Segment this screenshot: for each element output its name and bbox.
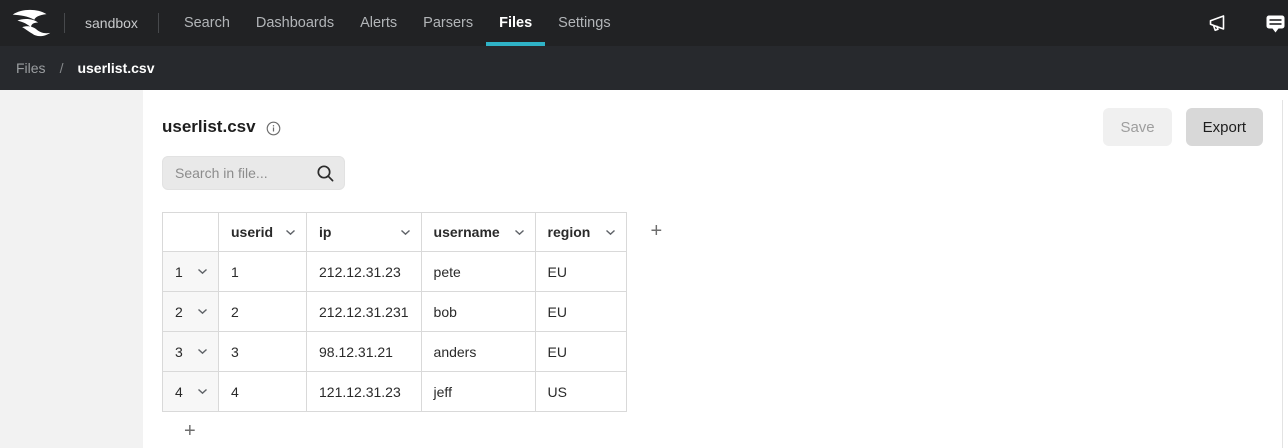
chevron-down-icon[interactable] <box>197 388 208 395</box>
nav-item-files[interactable]: Files <box>486 0 545 46</box>
topbar-right-icons <box>1206 13 1288 34</box>
cell-username[interactable]: bob <box>421 292 535 332</box>
chevron-down-icon[interactable] <box>514 229 525 236</box>
nav-label: Search <box>184 15 230 31</box>
file-editor-panel: userlist.csv Save Export <box>143 90 1288 448</box>
column-header-userid[interactable]: userid <box>219 213 307 252</box>
nav-item-settings[interactable]: Settings <box>545 0 623 46</box>
active-tab-underline <box>486 42 545 46</box>
table-row: 1 1 212.12.31.23 pete EU <box>163 252 627 292</box>
top-nav-bar: sandbox Search Dashboards Alerts Parsers… <box>0 0 1288 46</box>
row-number-cell[interactable]: 1 <box>163 252 219 292</box>
nav-label: Parsers <box>423 15 473 31</box>
nav-label: Alerts <box>360 15 397 31</box>
table-row: 4 4 121.12.31.23 jeff US <box>163 372 627 412</box>
topbar-divider <box>64 13 65 33</box>
chevron-down-icon[interactable] <box>605 229 616 236</box>
chevron-down-icon[interactable] <box>197 348 208 355</box>
table-row: 2 2 212.12.31.231 bob EU <box>163 292 627 332</box>
cell-ip[interactable]: 212.12.31.23 <box>307 252 422 292</box>
column-label: username <box>434 224 500 240</box>
table-row: 3 3 98.12.31.21 anders EU <box>163 332 627 372</box>
row-number: 1 <box>175 264 183 280</box>
crowdstrike-falcon-logo[interactable] <box>8 8 55 38</box>
cell-region[interactable]: EU <box>535 292 626 332</box>
column-header-username[interactable]: username <box>421 213 535 252</box>
cell-region[interactable]: US <box>535 372 626 412</box>
row-number-cell[interactable]: 2 <box>163 292 219 332</box>
page-title: userlist.csv <box>162 117 256 137</box>
row-number-header <box>163 213 219 252</box>
nav-item-search[interactable]: Search <box>171 0 243 46</box>
falcon-icon <box>8 8 55 38</box>
cell-region[interactable]: EU <box>535 332 626 372</box>
chevron-down-icon[interactable] <box>285 229 296 236</box>
cell-username[interactable]: pete <box>421 252 535 292</box>
left-sidebar <box>0 90 143 448</box>
nav-item-alerts[interactable]: Alerts <box>347 0 410 46</box>
nav-label: Settings <box>558 15 610 31</box>
add-row-button[interactable]: + <box>178 420 202 443</box>
cell-region[interactable]: EU <box>535 252 626 292</box>
chat-feedback-icon[interactable] <box>1265 13 1286 34</box>
topbar-divider <box>158 13 159 33</box>
cell-ip[interactable]: 212.12.31.231 <box>307 292 422 332</box>
search-input[interactable] <box>162 156 345 190</box>
row-number-cell[interactable]: 3 <box>163 332 219 372</box>
info-icon[interactable] <box>266 121 281 136</box>
work-area: userlist.csv Save Export <box>0 90 1288 448</box>
workspace-name[interactable]: sandbox <box>85 15 138 31</box>
chevron-down-icon[interactable] <box>197 308 208 315</box>
cell-username[interactable]: anders <box>421 332 535 372</box>
column-label: ip <box>319 224 331 240</box>
cell-ip[interactable]: 121.12.31.23 <box>307 372 422 412</box>
breadcrumb-current-file: userlist.csv <box>77 60 154 76</box>
header-row: userid ip username region <box>163 213 627 252</box>
row-number: 4 <box>175 384 183 400</box>
breadcrumb-files-link[interactable]: Files <box>16 60 46 76</box>
row-number: 3 <box>175 344 183 360</box>
column-header-region[interactable]: region <box>535 213 626 252</box>
csv-table: userid ip username region <box>162 212 627 412</box>
add-column-button[interactable]: + <box>647 212 667 251</box>
breadcrumb-separator: / <box>60 60 64 76</box>
cell-userid[interactable]: 1 <box>219 252 307 292</box>
cell-userid[interactable]: 3 <box>219 332 307 372</box>
save-button[interactable]: Save <box>1103 108 1171 146</box>
breadcrumb: Files / userlist.csv <box>0 46 1288 90</box>
nav-item-parsers[interactable]: Parsers <box>410 0 486 46</box>
cell-username[interactable]: jeff <box>421 372 535 412</box>
row-number: 2 <box>175 304 183 320</box>
action-buttons: Save Export <box>1103 108 1263 146</box>
nav-label: Dashboards <box>256 15 334 31</box>
table-zone: userid ip username region <box>162 212 1263 412</box>
title-group: userlist.csv <box>162 117 281 137</box>
chevron-down-icon[interactable] <box>400 229 411 236</box>
nav-label: Files <box>499 15 532 31</box>
cell-ip[interactable]: 98.12.31.21 <box>307 332 422 372</box>
megaphone-icon[interactable] <box>1206 13 1229 34</box>
export-button[interactable]: Export <box>1186 108 1263 146</box>
scrollbar-track[interactable] <box>1282 100 1283 448</box>
main-nav: Search Dashboards Alerts Parsers Files S… <box>171 0 624 46</box>
column-header-ip[interactable]: ip <box>307 213 422 252</box>
nav-item-dashboards[interactable]: Dashboards <box>243 0 347 46</box>
column-label: region <box>548 224 591 240</box>
title-row: userlist.csv Save Export <box>162 108 1263 146</box>
cell-userid[interactable]: 4 <box>219 372 307 412</box>
row-number-cell[interactable]: 4 <box>163 372 219 412</box>
search-box <box>162 156 345 190</box>
cell-userid[interactable]: 2 <box>219 292 307 332</box>
column-label: userid <box>231 224 273 240</box>
chevron-down-icon[interactable] <box>197 268 208 275</box>
